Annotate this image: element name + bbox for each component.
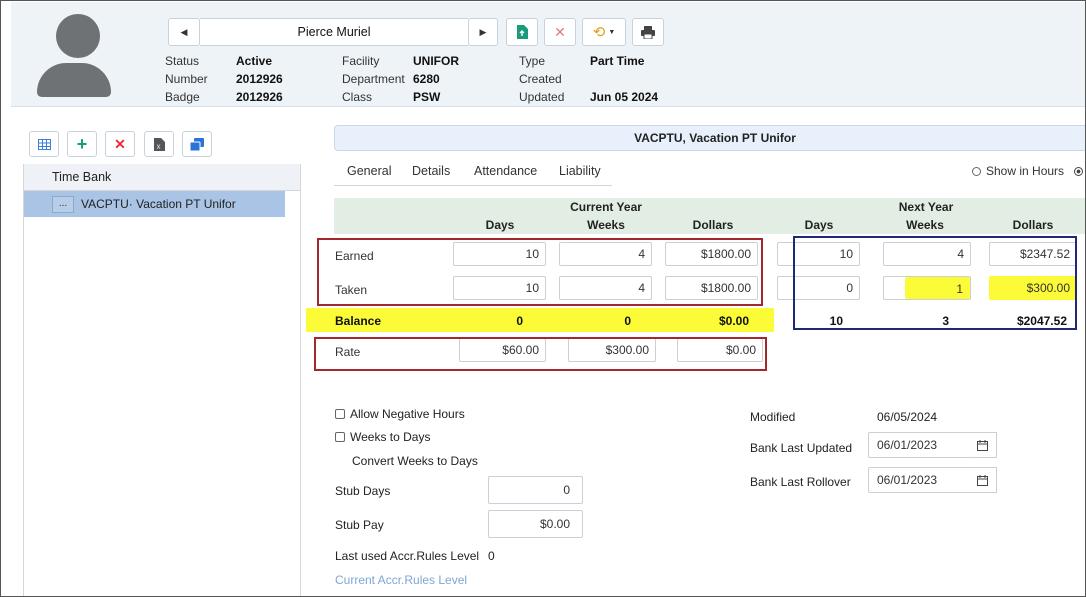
facility-value: UNIFOR xyxy=(413,54,459,68)
annotation-box-next-year xyxy=(793,236,1077,330)
chevron-down-icon: ▼ xyxy=(608,28,616,36)
bank-last-updated-calendar-button[interactable] xyxy=(969,432,997,458)
col-weeks-next: Weeks xyxy=(906,218,944,232)
time-bank-column-header[interactable]: Time Bank xyxy=(24,164,300,191)
col-weeks-current: Weeks xyxy=(587,218,625,232)
excel-file-icon: X xyxy=(153,137,165,151)
annotation-box-earned-taken xyxy=(317,238,763,306)
show-in-hours-radio[interactable] xyxy=(972,167,981,176)
bank-last-updated-input[interactable]: 06/01/2023 xyxy=(868,432,970,458)
weeks-to-days-label: Weeks to Days xyxy=(350,430,431,444)
next-record-button[interactable]: ▶ xyxy=(468,18,498,46)
department-label: Department xyxy=(342,72,405,86)
plus-icon: + xyxy=(76,134,88,154)
tab-details[interactable]: Details xyxy=(412,164,450,178)
history-icon: ⟲ xyxy=(592,24,606,41)
badge-label: Badge xyxy=(165,90,200,104)
number-label: Number xyxy=(165,72,208,86)
bank-last-updated-label: Bank Last Updated xyxy=(750,441,853,455)
balance-days-current: 0 xyxy=(516,314,523,328)
time-bank-row-label: VACPTU· Vacation PT Unifor xyxy=(81,197,236,211)
bank-title: VACPTU, Vacation PT Unifor xyxy=(334,125,1085,151)
export-file-icon xyxy=(517,25,528,39)
col-dollars-current: Dollars xyxy=(692,218,734,232)
current-year-header: Current Year xyxy=(570,200,642,214)
updated-label: Updated xyxy=(519,90,565,104)
tab-underline xyxy=(334,185,612,186)
close-icon: ✕ xyxy=(554,23,566,40)
updated-value: Jun 05 2024 xyxy=(590,90,659,104)
annotation-box-rate xyxy=(314,337,767,371)
next-year-header: Next Year xyxy=(898,200,954,214)
facility-label: Facility xyxy=(342,54,380,68)
bank-last-rollover-calendar-button[interactable] xyxy=(969,467,997,493)
type-value: Part Time xyxy=(590,54,645,68)
delete-bank-button[interactable]: ✕ xyxy=(105,131,135,157)
prev-record-button[interactable]: ◀ xyxy=(168,18,200,46)
bank-last-rollover-input[interactable]: 06/01/2023 xyxy=(868,467,970,493)
calendar-icon xyxy=(977,439,988,451)
close-icon: ✕ xyxy=(114,135,126,152)
number-value: 2012926 xyxy=(236,72,283,86)
caret-left-icon: ◀ xyxy=(180,26,188,37)
delete-record-button[interactable]: ✕ xyxy=(544,18,576,46)
allow-negative-label: Allow Negative Hours xyxy=(350,407,465,421)
bank-last-rollover-label: Bank Last Rollover xyxy=(750,475,851,489)
status-label: Status xyxy=(165,54,200,68)
stub-pay-input[interactable]: $0.00 xyxy=(488,510,583,538)
department-value: 6280 xyxy=(413,72,440,86)
caret-right-icon: ▶ xyxy=(479,26,487,37)
modified-label: Modified xyxy=(750,410,796,424)
tab-attendance[interactable]: Attendance xyxy=(474,164,537,178)
convert-weeks-label: Convert Weeks to Days xyxy=(352,454,478,468)
employee-name-field[interactable]: Pierce Muriel xyxy=(200,18,468,46)
col-dollars-next: Dollars xyxy=(1012,218,1054,232)
time-bank-row[interactable]: ... VACPTU· Vacation PT Unifor xyxy=(24,191,285,217)
add-bank-button[interactable]: + xyxy=(67,131,97,157)
last-used-rules-label: Last used Accr.Rules Level xyxy=(335,549,480,563)
badge-value: 2012926 xyxy=(236,90,283,104)
employee-name: Pierce Muriel xyxy=(297,25,371,39)
balance-label: Balance xyxy=(335,314,382,328)
class-label: Class xyxy=(342,90,373,104)
class-value: PSW xyxy=(413,90,441,104)
created-label: Created xyxy=(519,72,562,86)
stub-days-label: Stub Days xyxy=(335,484,391,498)
current-rules-link[interactable]: Current Accr.Rules Level xyxy=(335,573,467,587)
stub-pay-label: Stub Pay xyxy=(335,518,384,532)
print-button[interactable] xyxy=(632,18,664,46)
printer-icon xyxy=(641,25,655,39)
calendar-icon xyxy=(977,474,988,486)
avatar xyxy=(56,14,100,58)
tab-general[interactable]: General xyxy=(347,164,391,178)
grid-icon xyxy=(37,138,51,150)
show-in-hours-label: Show in Hours xyxy=(986,164,1065,178)
copy-button[interactable] xyxy=(182,131,212,157)
show-in-days-radio[interactable] xyxy=(1074,167,1083,176)
export-excel-button[interactable]: X xyxy=(144,131,174,157)
svg-text:X: X xyxy=(156,145,160,151)
weeks-to-days-checkbox[interactable] xyxy=(335,432,345,442)
last-used-rules-value: 0 xyxy=(488,549,495,563)
balance-weeks-current: 0 xyxy=(624,314,631,328)
export-button[interactable] xyxy=(506,18,538,46)
stub-days-input[interactable]: 0 xyxy=(488,476,583,504)
time-bank-header-label: Time Bank xyxy=(52,170,112,184)
tab-liability[interactable]: Liability xyxy=(559,164,601,178)
type-label: Type xyxy=(519,54,546,68)
balance-dollars-current: $0.00 xyxy=(718,314,749,328)
copy-icon xyxy=(190,137,204,151)
time-bank-list: Time Bank ... VACPTU· Vacation PT Unifor xyxy=(23,164,301,596)
history-dropdown-button[interactable]: ⟲ ▼ xyxy=(582,18,626,46)
modified-value: 06/05/2024 xyxy=(877,410,938,424)
row-ellipsis-button[interactable]: ... xyxy=(52,196,74,213)
status-value: Active xyxy=(236,54,273,68)
grid-view-button[interactable] xyxy=(29,131,59,157)
app-frame: ◀ Pierce Muriel ▶ ✕ ⟲ ▼ Status Active Nu… xyxy=(0,0,1086,597)
col-days-current: Days xyxy=(485,218,515,232)
allow-negative-checkbox[interactable] xyxy=(335,409,345,419)
col-days-next: Days xyxy=(804,218,834,232)
